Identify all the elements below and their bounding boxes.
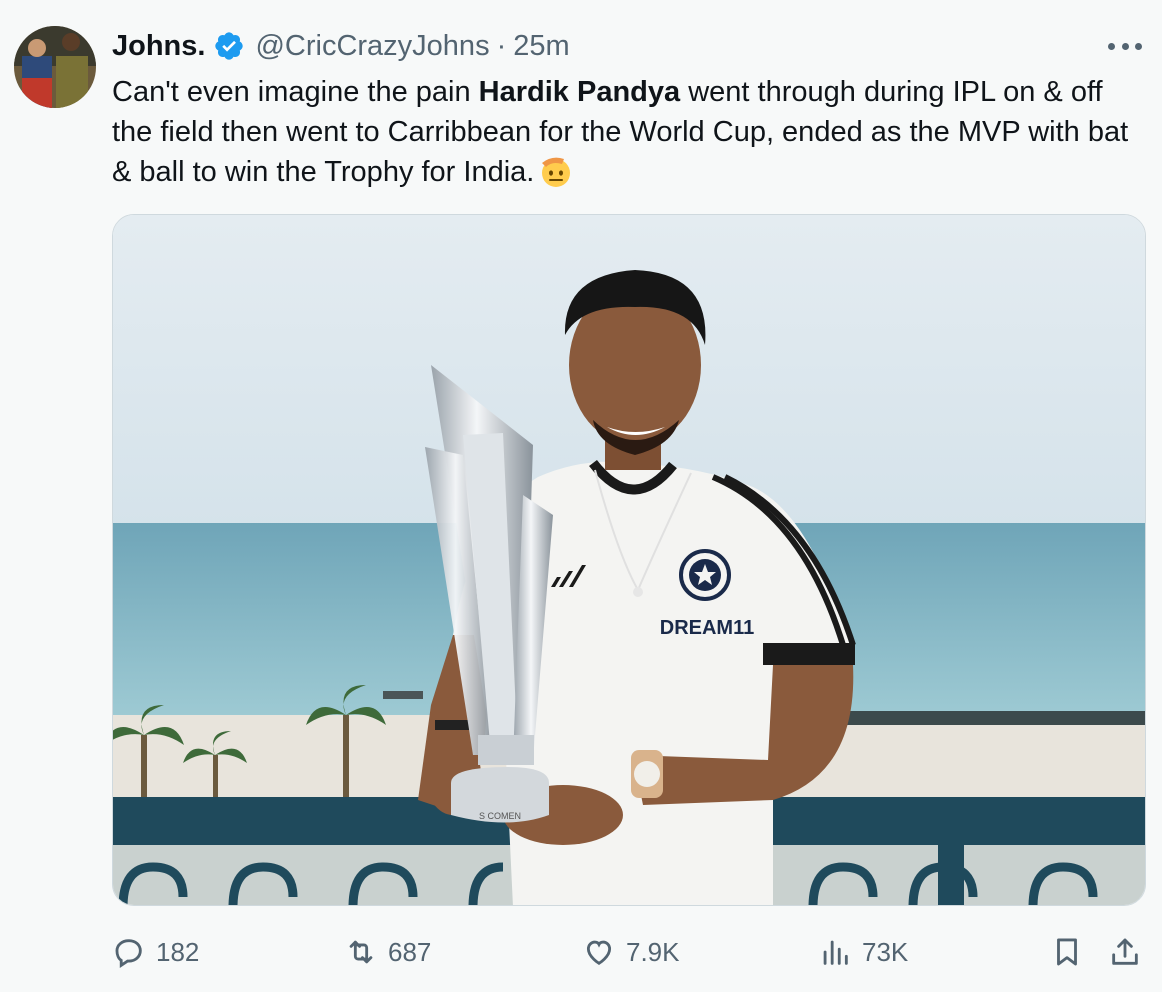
reply-count: 182 (156, 936, 200, 967)
like-count: 7.9K (626, 936, 680, 967)
author-handle[interactable]: @CricCrazyJohns (255, 30, 489, 63)
author-avatar[interactable] (14, 26, 96, 108)
tweet-header: Johns. @CricCrazyJohns · 25m (112, 28, 570, 64)
more-options-icon[interactable] (1108, 36, 1142, 56)
reply-button[interactable]: 182 (112, 930, 199, 974)
tweet-text: Can't even imagine the pain Hardik Pandy… (112, 72, 1142, 192)
tweet-actions: 182 687 7.9K 73K (112, 930, 1152, 974)
share-button[interactable] (1108, 930, 1142, 974)
tweet-card[interactable]: Johns. @CricCrazyJohns · 25m Can't even … (0, 0, 1162, 992)
trophy-base-text: S COMEN (479, 811, 521, 821)
tweet-time[interactable]: 25m (513, 30, 569, 63)
retweet-count: 687 (388, 936, 432, 967)
bookmark-icon (1057, 938, 1077, 966)
bookmark-button[interactable] (1050, 930, 1084, 974)
share-icon (1112, 938, 1138, 965)
separator-dot: · (496, 29, 507, 62)
jersey-sponsor-text: DREAM11 (660, 617, 754, 639)
views-button[interactable]: 73K (818, 930, 908, 974)
tweet-text-bold: Hardik Pandya (478, 76, 681, 108)
views-icon (823, 940, 848, 965)
tweet-photo[interactable]: DREAM11 S COMEN (112, 214, 1146, 906)
views-count: 73K (862, 936, 909, 967)
heart-icon (586, 940, 612, 965)
verified-badge-icon (215, 32, 244, 60)
author-name[interactable]: Johns. (112, 30, 205, 63)
reply-icon (115, 939, 142, 968)
retweet-icon (349, 940, 373, 964)
saluting-face-emoji-icon (542, 157, 571, 187)
retweet-button[interactable]: 687 (344, 930, 431, 974)
tweet-text-part-1: Can't even imagine the pain (112, 76, 479, 108)
like-button[interactable]: 7.9K (582, 930, 680, 974)
